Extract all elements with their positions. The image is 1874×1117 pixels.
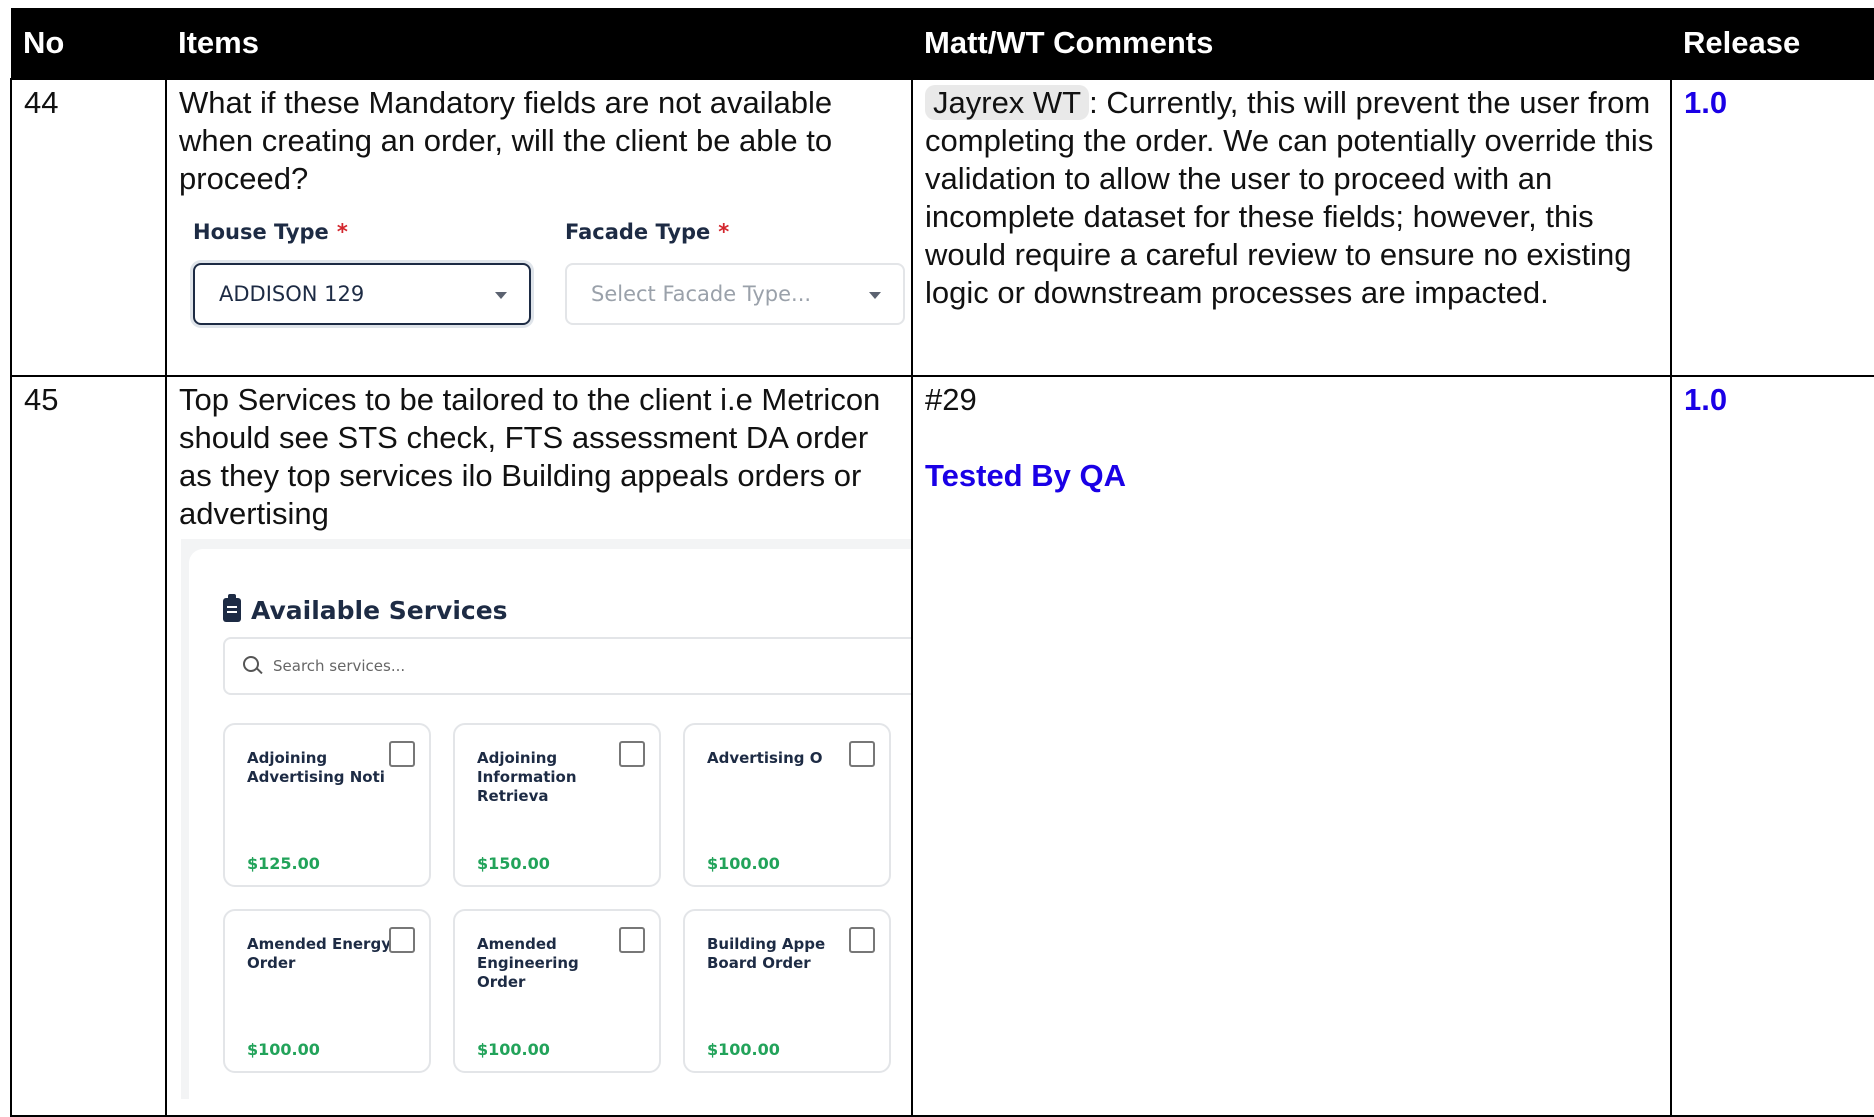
service-checkbox[interactable] xyxy=(849,741,875,767)
mandatory-fields-screenshot: House Type * Facade Type * ADDISON 129 Sel… xyxy=(177,218,905,368)
item-cell: What if these Mandatory fields are not a… xyxy=(165,78,913,377)
service-price: $125.00 xyxy=(247,854,320,873)
service-price: $100.00 xyxy=(477,1040,550,1059)
search-input[interactable]: Search services... xyxy=(223,637,910,695)
required-mark: * xyxy=(718,220,730,244)
service-name: Amended Engineering Order xyxy=(477,935,579,991)
service-checkbox[interactable] xyxy=(849,927,875,953)
review-table: No Items Matt/WT Comments Release 44 Wha… xyxy=(10,8,1874,1117)
services-title: Available Services xyxy=(223,594,508,627)
services-panel: Available Services Search services... Ad… xyxy=(189,549,910,1099)
header-no: No xyxy=(11,8,166,79)
service-name: Adjoining Advertising Noti xyxy=(247,749,385,786)
header-comments: Matt/WT Comments xyxy=(912,8,1671,79)
header-release: Release xyxy=(1671,8,1874,79)
service-checkbox[interactable] xyxy=(619,741,645,767)
chevron-down-icon xyxy=(869,292,881,299)
service-price: $100.00 xyxy=(707,854,780,873)
service-price: $100.00 xyxy=(707,1040,780,1059)
service-name: Amended Energy Order xyxy=(247,935,391,972)
service-card[interactable]: Adjoining Advertising Noti $125.00 xyxy=(223,723,431,887)
row-number: 45 xyxy=(10,375,167,1117)
service-price: $150.00 xyxy=(477,854,550,873)
top-gap xyxy=(0,0,1874,8)
house-type-select[interactable]: ADDISON 129 xyxy=(193,263,531,325)
header-items: Items xyxy=(166,8,912,79)
service-name: Building Appe Board Order xyxy=(707,935,826,972)
service-checkbox[interactable] xyxy=(389,927,415,953)
item-cell: Top Services to be tailored to the clien… xyxy=(165,375,913,1117)
service-card[interactable]: Amended Energy Order $100.00 xyxy=(223,909,431,1073)
house-type-value: ADDISON 129 xyxy=(219,282,365,306)
chevron-down-icon xyxy=(495,292,507,299)
service-name: Adjoining Information Retrieva xyxy=(477,749,577,805)
service-checkbox[interactable] xyxy=(619,927,645,953)
header-row: No Items Matt/WT Comments Release xyxy=(11,8,1874,79)
user-mention[interactable]: Jayrex WT xyxy=(925,85,1090,120)
available-services-screenshot: Available Services Search services... Ad… xyxy=(181,539,910,1099)
service-card[interactable]: Adjoining Information Retrieva $150.00 xyxy=(453,723,661,887)
release-cell: 1.0 xyxy=(1670,375,1874,1117)
item-text: What if these Mandatory fields are not a… xyxy=(179,85,833,196)
service-card[interactable]: Advertising O $100.00 xyxy=(683,723,891,887)
comment-cell: Jayrex WT: Currently, this will prevent … xyxy=(911,78,1672,377)
service-name: Advertising O xyxy=(707,749,823,767)
comment-reference: #29 xyxy=(925,382,977,417)
required-mark: * xyxy=(336,220,348,244)
search-icon xyxy=(243,656,259,672)
clipboard-icon xyxy=(223,594,241,622)
service-checkbox[interactable] xyxy=(389,741,415,767)
release-version: 1.0 xyxy=(1684,85,1728,120)
comment-cell: #29 Tested By QA xyxy=(911,375,1672,1117)
row-number: 44 xyxy=(10,78,167,377)
facade-type-select[interactable]: Select Facade Type... xyxy=(565,263,905,325)
table-row: 45 Top Services to be tailored to the cl… xyxy=(10,375,1874,1117)
tested-by-qa-label: Tested By QA xyxy=(925,458,1126,493)
release-version: 1.0 xyxy=(1684,382,1728,417)
item-text: Top Services to be tailored to the clien… xyxy=(179,382,881,531)
table-row: 44 What if these Mandatory fields are no… xyxy=(10,78,1874,377)
search-placeholder: Search services... xyxy=(273,657,406,675)
release-cell: 1.0 xyxy=(1670,78,1874,377)
house-type-label: House Type * xyxy=(193,220,348,244)
service-card[interactable]: Building Appe Board Order $100.00 xyxy=(683,909,891,1073)
service-card[interactable]: Amended Engineering Order $100.00 xyxy=(453,909,661,1073)
facade-type-label: Facade Type * xyxy=(565,220,730,244)
service-price: $100.00 xyxy=(247,1040,320,1059)
facade-type-placeholder: Select Facade Type... xyxy=(591,282,812,306)
